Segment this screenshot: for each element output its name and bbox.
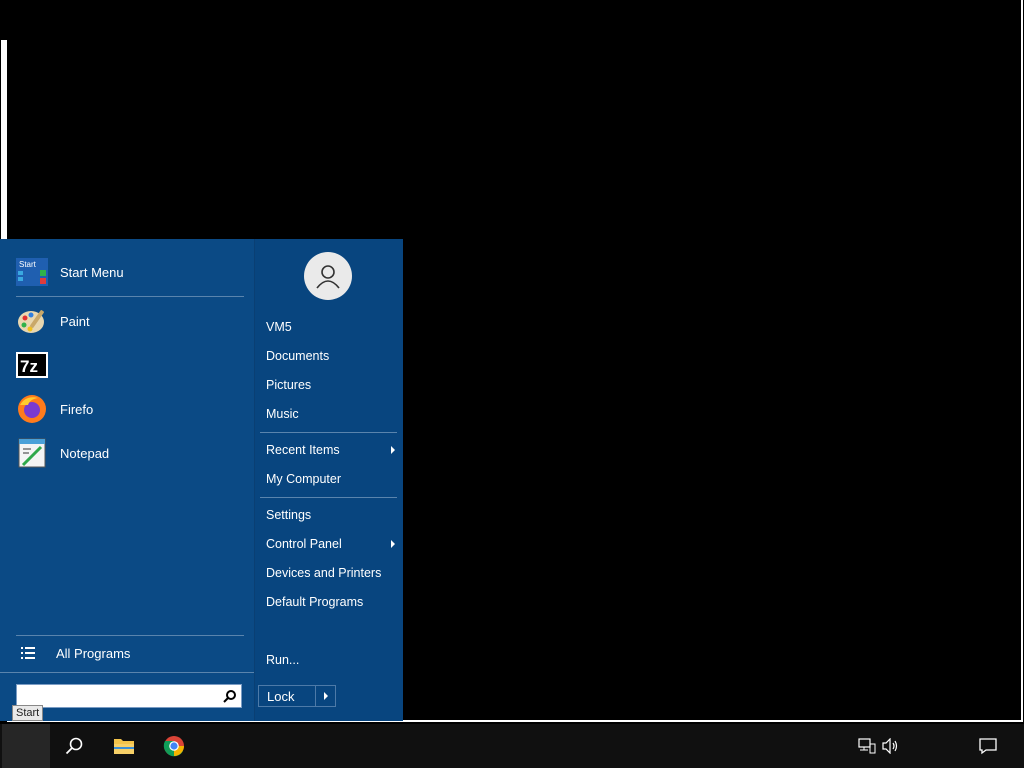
firefox-icon (16, 393, 48, 425)
pinned-item-label: Start Menu (60, 264, 124, 280)
user-avatar[interactable] (304, 252, 352, 300)
taskbar-chrome[interactable] (150, 724, 198, 768)
7zip-icon: 7z (16, 349, 48, 381)
pinned-item-firefox[interactable]: Firefo (16, 389, 244, 429)
paint-icon (16, 305, 48, 337)
right-item-recent-items[interactable]: Recent Items (266, 439, 398, 461)
right-item-default-programs[interactable]: Default Programs (266, 591, 398, 613)
chevron-right-icon (391, 446, 395, 454)
right-item-pictures[interactable]: Pictures (266, 374, 398, 396)
volume-icon[interactable] (882, 736, 900, 756)
right-item-run[interactable]: Run... (266, 649, 398, 671)
all-programs-button[interactable]: All Programs (16, 641, 244, 665)
chevron-right-icon (323, 692, 328, 700)
right-item-control-panel[interactable]: Control Panel (266, 533, 398, 555)
pinned-item-label: Paint (60, 313, 90, 329)
pinned-item-paint[interactable]: Paint (16, 301, 244, 341)
right-item-settings[interactable]: Settings (266, 504, 398, 526)
list-icon (16, 646, 40, 660)
start-menu-left-pane: Start Start Menu Paint 7z Firefo Notepad… (0, 239, 254, 721)
lock-options-button[interactable] (316, 686, 335, 706)
folder-icon (114, 739, 134, 754)
pinned-item-label: Notepad (60, 445, 110, 461)
taskbar-search-button[interactable] (50, 724, 98, 768)
separator (260, 432, 397, 433)
notepad-icon (16, 437, 48, 469)
svg-text:7z: 7z (20, 357, 38, 376)
pinned-item-start-menu[interactable]: Start Start Menu (16, 252, 244, 292)
search-icon (65, 737, 83, 755)
lock-button[interactable]: Lock (258, 685, 336, 707)
separator (16, 635, 244, 636)
right-item-devices-and-printers[interactable]: Devices and Printers (266, 562, 398, 584)
start-menu-right-pane: VM5 Documents Pictures Music Recent Item… (254, 239, 403, 721)
all-programs-label: All Programs (56, 645, 131, 661)
taskbar (0, 724, 1024, 768)
separator (260, 497, 397, 498)
search-input[interactable] (20, 686, 219, 706)
start-menu: Start Start Menu Paint 7z Firefo Notepad… (0, 239, 403, 721)
lock-label: Lock (259, 686, 316, 706)
search-icon[interactable] (219, 689, 241, 703)
right-item-music[interactable]: Music (266, 403, 398, 425)
user-icon (316, 265, 340, 289)
search-box[interactable] (16, 684, 242, 708)
notifications-icon[interactable] (978, 736, 998, 756)
start-button[interactable] (2, 724, 50, 768)
start-menu-app-icon: Start (16, 256, 48, 288)
network-icon[interactable] (858, 736, 876, 756)
start-tooltip: Start (12, 705, 44, 721)
taskbar-file-explorer[interactable] (100, 724, 148, 768)
separator (16, 296, 244, 297)
right-item-my-computer[interactable]: My Computer (266, 468, 398, 490)
svg-text:Start: Start (19, 260, 37, 269)
right-item-user[interactable]: VM5 (266, 316, 398, 338)
chevron-right-icon (391, 540, 395, 548)
right-item-documents[interactable]: Documents (266, 345, 398, 367)
pinned-item-notepad[interactable]: Notepad (16, 433, 244, 473)
separator (0, 672, 254, 673)
pinned-item-label: Firefo (60, 401, 94, 417)
chrome-icon (163, 736, 184, 757)
pinned-item-7zip[interactable]: 7z (16, 345, 244, 385)
